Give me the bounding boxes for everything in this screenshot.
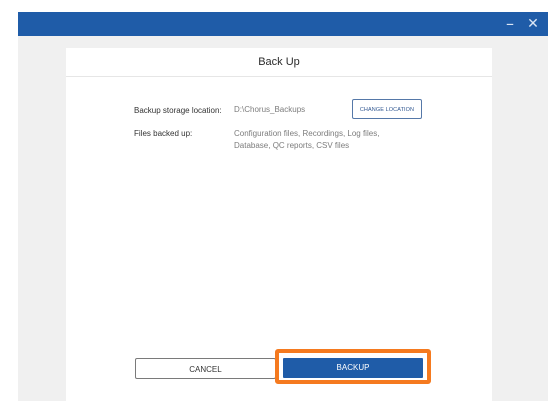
- files-value-line-1: Configuration files, Recordings, Log fil…: [234, 129, 380, 138]
- storage-location-value: D:\Chorus_Backups: [234, 105, 306, 114]
- storage-location-label: Backup storage location:: [134, 106, 222, 115]
- close-icon[interactable]: ✕: [523, 14, 543, 34]
- change-location-button[interactable]: CHANGE LOCATION: [352, 99, 422, 119]
- dialog-title: Back Up: [66, 48, 492, 77]
- files-value-line-2: Database, QC reports, CSV files: [234, 141, 350, 150]
- files-backed-up-label: Files backed up:: [134, 129, 193, 138]
- files-backed-up-value: Configuration files, Recordings, Log fil…: [234, 128, 379, 152]
- cancel-button[interactable]: CANCEL: [135, 358, 276, 379]
- backup-button[interactable]: BACKUP: [283, 358, 423, 378]
- minimize-icon[interactable]: –: [500, 14, 520, 34]
- backup-dialog: Back Up Backup storage location: D:\Chor…: [66, 48, 492, 401]
- window-titlebar: – ✕: [18, 12, 548, 36]
